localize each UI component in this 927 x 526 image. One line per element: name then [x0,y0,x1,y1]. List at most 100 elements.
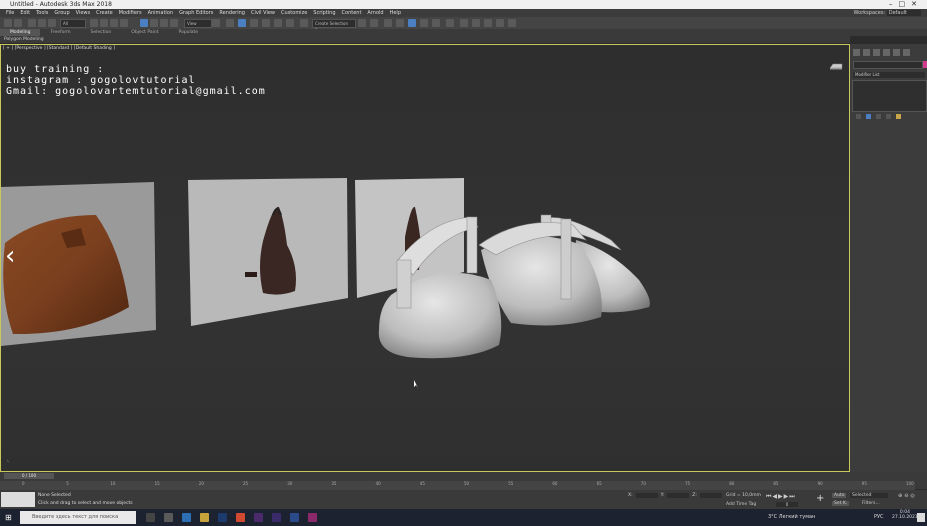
menu-modifiers[interactable]: Modifiers [119,9,142,17]
language-indicator[interactable]: РУС [874,514,884,520]
remove-modifier-icon[interactable] [886,114,891,119]
redo-icon[interactable] [14,19,22,27]
material-editor-icon[interactable] [446,19,454,27]
file-manager-icon[interactable] [200,513,209,522]
menu-help[interactable]: Help [390,9,401,17]
edit-named-selection-icon[interactable] [300,19,308,27]
current-frame-field[interactable]: 0 [776,502,798,507]
select-scale-icon[interactable] [160,19,168,27]
menu-animation[interactable]: Animation [148,9,174,17]
toggle-ribbon-icon[interactable] [408,19,416,27]
object-color-swatch[interactable] [923,61,927,68]
tab-freeform[interactable]: Freeform [40,29,80,36]
render-setup-icon[interactable] [460,19,468,27]
menu-create[interactable]: Create [96,9,113,17]
time-slider-thumb[interactable]: 0 / 100 [4,473,54,479]
tab-selection[interactable]: Selection [81,29,122,36]
select-place-icon[interactable] [170,19,178,27]
menu-group[interactable]: Group [54,9,69,17]
render-in-cloud-icon[interactable] [508,19,516,27]
tab-object-paint[interactable]: Object Paint [121,29,168,36]
chrome-icon[interactable] [236,513,245,522]
utilities-tab-icon[interactable] [903,49,910,56]
menu-customize[interactable]: Customize [281,9,307,17]
add-time-tag[interactable]: Add Time Tag [726,502,756,507]
selection-filter[interactable]: All [60,19,86,28]
percent-snap-icon[interactable] [274,19,282,27]
spinner-snap-icon[interactable] [286,19,294,27]
show-end-result-icon[interactable] [866,114,871,119]
photoshop-icon[interactable] [218,513,227,522]
3dsmax-taskbar-icon[interactable] [182,513,191,522]
x-coordinate-field[interactable] [635,493,658,498]
schematic-view-icon[interactable] [432,19,440,27]
align-icon[interactable] [370,19,378,27]
select-rotate-icon[interactable] [150,19,158,27]
taskbar-search-input[interactable]: Введите здесь текст для поиска [20,511,136,524]
render-teapot-icon[interactable] [496,19,504,27]
select-move-icon[interactable] [140,19,148,27]
tab-modeling[interactable]: Modeling [0,29,41,36]
modifier-stack[interactable] [852,80,927,112]
menu-civil-view[interactable]: Civil View [251,9,275,17]
perspective-viewport[interactable]: [ + ] [Perspective ] [Standard ] [Defaul… [0,44,850,472]
modify-tab-icon[interactable] [863,49,870,56]
keyboard-shortcut-icon[interactable] [238,19,246,27]
auto-key-button[interactable]: Auto [832,493,847,498]
set-key-icon[interactable]: + [816,493,828,505]
menu-tools[interactable]: Tools [36,9,48,17]
modifier-list-dropdown[interactable]: Modifier List [853,72,925,78]
unlink-icon[interactable] [38,19,46,27]
menu-scripting[interactable]: Scripting [313,9,335,17]
windows-start-icon[interactable]: ⊞ [5,513,12,522]
menu-graph-editors[interactable]: Graph Editors [179,9,213,17]
pivot-center-icon[interactable] [212,19,220,27]
clock[interactable]: 0:04 27.10.2021 [892,510,918,520]
window-crossing-icon[interactable] [120,19,128,27]
key-filter-dropdown[interactable]: Selected [850,493,888,498]
window-controls[interactable]: –□✕ [889,0,923,9]
notification-center-icon[interactable] [917,513,925,522]
y-coordinate-field[interactable] [667,493,690,498]
toggle-layer-explorer-icon[interactable] [396,19,404,27]
workspace-selector[interactable]: Workspaces: Default [854,9,921,17]
select-manipulate-icon[interactable] [226,19,234,27]
menu-rendering[interactable]: Rendering [219,9,245,17]
display-tab-icon[interactable] [893,49,900,56]
configure-sets-icon[interactable] [896,114,901,119]
app-icon[interactable] [290,513,299,522]
render-production-icon[interactable] [484,19,492,27]
playback-controls[interactable]: ⏮◀▶▶⏭ [766,493,796,501]
undo-icon[interactable] [4,19,12,27]
tab-populate[interactable]: Populate [169,29,209,36]
angle-snap-icon[interactable] [262,19,270,27]
weather-widget[interactable]: 3°C Легкий туман [768,514,815,520]
named-selection-set[interactable]: Create Selection Set [312,19,356,33]
toggle-scene-explorer-icon[interactable] [384,19,392,27]
task-view-icon[interactable] [146,513,155,522]
after-effects-icon[interactable] [272,513,281,522]
pin-stack-icon[interactable] [856,114,861,119]
select-object-icon[interactable] [90,19,98,27]
reference-coordinate-system[interactable]: View [184,19,212,28]
mirror-icon[interactable] [358,19,366,27]
create-tab-icon[interactable] [853,49,860,56]
app-icon-2[interactable] [308,513,317,522]
set-key-button[interactable]: Set K. [832,501,850,506]
menu-arnold[interactable]: Arnold [367,9,383,17]
previous-arrow-icon[interactable]: ‹ [5,241,15,271]
menu-views[interactable]: Views [76,9,90,17]
rect-selection-icon[interactable] [110,19,118,27]
premiere-icon[interactable] [254,513,263,522]
workspace-value[interactable]: Default [886,10,921,16]
viewport-navigation-controls[interactable]: ⊕⊖◎ [898,493,917,499]
curve-editor-icon[interactable] [420,19,428,27]
menu-file[interactable]: File [6,9,14,17]
snaps-toggle-icon[interactable] [250,19,258,27]
make-unique-icon[interactable] [876,114,881,119]
menu-content[interactable]: Content [342,9,362,17]
bind-spacewarp-icon[interactable] [48,19,56,27]
select-by-name-icon[interactable] [100,19,108,27]
hierarchy-tab-icon[interactable] [873,49,880,56]
explorer-icon[interactable] [164,513,173,522]
